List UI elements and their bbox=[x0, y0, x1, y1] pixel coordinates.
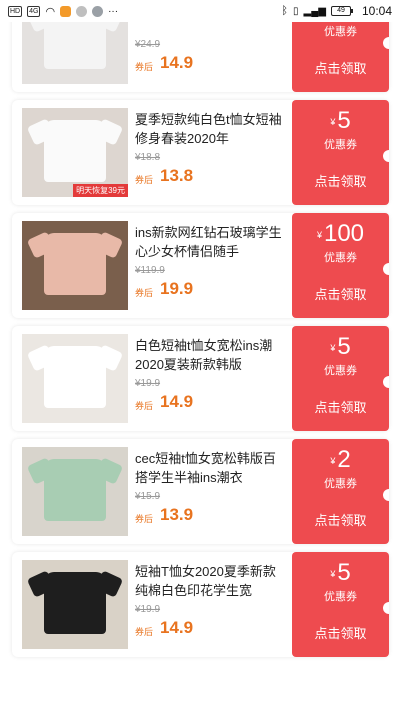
claim-coupon-label[interactable]: 点击领取 bbox=[292, 58, 389, 77]
product-image[interactable] bbox=[22, 221, 128, 310]
battery-level: 49 bbox=[337, 7, 345, 14]
yen-icon: ¥ bbox=[330, 455, 336, 466]
coupon-label: 优惠券 bbox=[324, 478, 357, 490]
coupon-label: 优惠券 bbox=[324, 365, 357, 377]
hd-icon: HD bbox=[8, 5, 23, 17]
claim-coupon-label[interactable]: 点击领取 bbox=[292, 397, 389, 416]
status-bar: HD 4G ◠ ··· ᛒ ▯ ▂▄▆ 49 10:04 bbox=[0, 0, 400, 22]
after-coupon-label: 券后 bbox=[135, 401, 154, 411]
after-coupon-label: 券后 bbox=[135, 627, 154, 637]
product-card[interactable]: ins新款网红钻石玻璃学生心少女杯情侣随手 ¥119.9 券后 19.9 ¥100 优惠券… bbox=[12, 213, 389, 318]
coupon-button[interactable]: ¥5 优惠券点击领取 bbox=[292, 326, 389, 431]
coupon-amount: ¥5 bbox=[292, 334, 389, 361]
after-coupon-price: 19.9 bbox=[160, 279, 194, 298]
after-coupon-price: 14.9 bbox=[160, 618, 194, 637]
original-price: ¥19.9 bbox=[135, 378, 161, 389]
product-title[interactable]: 夏季短款纯白色t恤女短袖修身春装2020年 bbox=[135, 110, 285, 148]
chat-icon bbox=[76, 5, 88, 17]
promo-tag: 明天恢复39元 bbox=[73, 184, 128, 197]
coupon-button[interactable]: ¥5 优惠券点击领取 bbox=[292, 100, 389, 205]
product-title[interactable]: ins新款网红钻石玻璃学生心少女杯情侣随手 bbox=[135, 223, 285, 261]
coupon-label: 优惠券 bbox=[324, 591, 357, 603]
status-right-icons: ᛒ ▯ ▂▄▆ 49 10:04 bbox=[281, 4, 392, 18]
product-image[interactable] bbox=[22, 560, 128, 649]
app-notification-icon bbox=[60, 5, 72, 17]
original-price: ¥15.9 bbox=[135, 491, 161, 502]
bottom-blank bbox=[0, 666, 400, 711]
coupon-amount-value: 5 bbox=[337, 107, 351, 134]
product-title[interactable]: cec短袖t恤女宽松韩版百搭学生半袖ins潮衣 bbox=[135, 449, 285, 487]
after-coupon-price: 14.9 bbox=[160, 53, 194, 72]
message-icon bbox=[92, 5, 104, 17]
coupon-amount: ¥5 bbox=[292, 560, 389, 587]
yen-icon: ¥ bbox=[330, 568, 336, 579]
after-coupon-label: 券后 bbox=[135, 62, 154, 72]
coupon-amount-value: 2 bbox=[337, 446, 351, 473]
vibrate-icon: ▯ bbox=[292, 5, 299, 17]
coupon-button[interactable]: ¥5 优惠券点击领取 bbox=[292, 552, 389, 657]
coupon-amount: ¥5 bbox=[292, 108, 389, 135]
yen-icon: ¥ bbox=[330, 116, 336, 127]
product-card[interactable]: 短袖T恤女2020夏季新款纯棉白色印花学生宽 ¥19.9 券后 14.9 ¥5 优惠券点击… bbox=[12, 552, 389, 657]
battery-icon: 49 bbox=[330, 6, 353, 16]
original-price: ¥19.9 bbox=[135, 604, 161, 615]
product-card[interactable]: cec短袖t恤女宽松韩版百搭学生半袖ins潮衣 ¥15.9 券后 13.9 ¥2 优惠券点… bbox=[12, 439, 389, 544]
claim-coupon-label[interactable]: 点击领取 bbox=[292, 171, 389, 190]
original-price: ¥119.9 bbox=[135, 265, 165, 276]
after-coupon-label: 券后 bbox=[135, 514, 154, 524]
after-coupon-price: 13.8 bbox=[160, 166, 194, 185]
coupon-amount: ¥100 bbox=[292, 221, 389, 248]
claim-coupon-label[interactable]: 点击领取 bbox=[292, 284, 389, 303]
coupon-amount-value: 100 bbox=[323, 220, 365, 247]
product-card[interactable]: 明天恢复39元 夏季短款纯白色t恤女短袖修身春装2020年 ¥18.8 券后 13.8 ¥… bbox=[12, 100, 389, 205]
status-left-icons: HD 4G ◠ ··· bbox=[8, 5, 118, 18]
product-card[interactable]: 白色短袖t恤女宽松ins潮2020夏装新款韩版 ¥19.9 券后 14.9 ¥5 优惠券点… bbox=[12, 326, 389, 431]
network-4g-icon: 4G bbox=[27, 5, 41, 17]
after-coupon-label: 券后 bbox=[135, 288, 154, 298]
bluetooth-icon: ᛒ bbox=[281, 5, 288, 17]
more-icon: ··· bbox=[108, 5, 119, 17]
claim-coupon-label[interactable]: 点击领取 bbox=[292, 510, 389, 529]
yen-icon: ¥ bbox=[316, 229, 322, 240]
coupon-amount-value: 5 bbox=[337, 559, 351, 586]
product-image[interactable] bbox=[22, 334, 128, 423]
original-price: ¥18.8 bbox=[135, 152, 161, 163]
product-title[interactable]: 短袖T恤女2020夏季新款纯棉白色印花学生宽 bbox=[135, 562, 285, 600]
product-image[interactable] bbox=[22, 447, 128, 536]
clock: 10:04 bbox=[361, 4, 392, 18]
tshirt-graphic bbox=[44, 346, 106, 408]
after-coupon-price: 14.9 bbox=[160, 392, 194, 411]
product-image[interactable]: 明天恢复39元 bbox=[22, 108, 128, 197]
coupon-label: 优惠券 bbox=[324, 252, 357, 264]
original-price: ¥24.9 bbox=[135, 39, 161, 50]
tshirt-graphic bbox=[44, 459, 106, 521]
tshirt-graphic bbox=[44, 233, 106, 295]
yen-icon: ¥ bbox=[330, 342, 336, 353]
coupon-amount: ¥2 bbox=[292, 447, 389, 474]
after-coupon-label: 券后 bbox=[135, 175, 154, 185]
signal-icon: ▂▄▆ bbox=[303, 5, 326, 17]
after-coupon-price: 13.9 bbox=[160, 505, 194, 524]
coupon-label: 优惠券 bbox=[324, 139, 357, 151]
coupon-amount-value: 5 bbox=[337, 333, 351, 360]
coupon-button[interactable]: ¥2 优惠券点击领取 bbox=[292, 439, 389, 544]
tshirt-graphic bbox=[44, 120, 106, 182]
coupon-label: 优惠券 bbox=[324, 26, 357, 38]
coupon-button[interactable]: ¥100 优惠券点击领取 bbox=[292, 213, 389, 318]
tshirt-graphic bbox=[44, 572, 106, 634]
claim-coupon-label[interactable]: 点击领取 bbox=[292, 623, 389, 642]
product-title[interactable]: 白色短袖t恤女宽松ins潮2020夏装新款韩版 bbox=[135, 336, 285, 374]
wifi-icon: ◠ bbox=[45, 5, 56, 18]
